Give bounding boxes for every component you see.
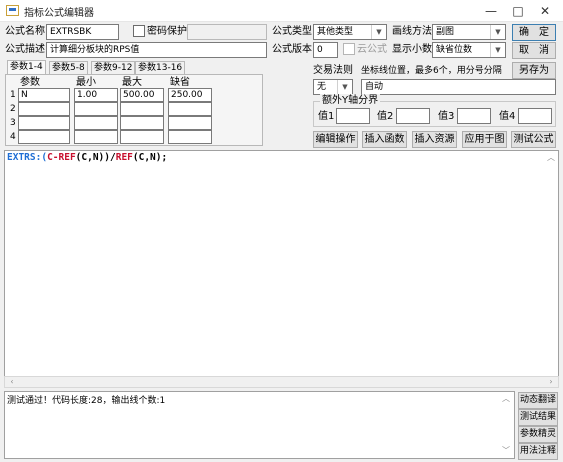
tab-params-5-8[interactable]: 参数5-8 [49, 61, 88, 75]
param-min-input[interactable] [74, 130, 118, 144]
param-default-input[interactable]: 250.00 [168, 88, 212, 102]
test-formula-button[interactable]: 测试公式 [511, 131, 556, 148]
param-wizard-button[interactable]: 参数精灵 [518, 426, 558, 443]
formula-name-label: 公式名称 [5, 26, 45, 37]
param-min-input[interactable]: 1.00 [74, 88, 118, 102]
param-row-number: 2 [10, 104, 16, 114]
tab-params-1-4[interactable]: 参数1-4 [7, 60, 46, 75]
window-title: 指标公式编辑器 [24, 8, 94, 19]
draw-method-label: 画线方法 [392, 26, 432, 37]
param-name-input[interactable] [18, 130, 70, 144]
param-default-input[interactable] [168, 116, 212, 130]
scroll-up-icon[interactable]: ︿ [501, 394, 511, 404]
app-icon [6, 5, 19, 16]
param-min-input[interactable] [74, 116, 118, 130]
test-result-button[interactable]: 测试结果 [518, 409, 558, 426]
code-args-2: (C,N); [132, 152, 168, 163]
insert-resource-button[interactable]: 插入资源 [412, 131, 457, 148]
decimal-label: 显示小数 [392, 44, 432, 55]
coord-line-input[interactable]: 自动 [361, 79, 556, 95]
formula-version-input[interactable]: 0 [313, 42, 338, 58]
code-func-2: REF [115, 152, 133, 163]
trade-rule-label: 交易法则 [313, 65, 353, 76]
test-output-message: 测试通过！代码长度:28，输出线个数:1 [7, 396, 166, 406]
scroll-down-icon[interactable]: ﹀ [501, 446, 511, 456]
draw-method-value: 副图 [436, 27, 455, 37]
password-check-box[interactable] [133, 25, 145, 37]
yaxis-value-2-label: 值2 [377, 111, 394, 122]
chevron-down-icon[interactable]: ▼ [337, 80, 352, 94]
param-name-input[interactable] [18, 102, 70, 116]
insert-function-button[interactable]: 插入函数 [362, 131, 407, 148]
draw-method-select[interactable]: 副图 ▼ [432, 24, 506, 40]
save-as-button[interactable]: 另存为 [512, 62, 556, 79]
formula-type-label: 公式类型 [272, 26, 312, 37]
formula-type-select[interactable]: 其他类型 ▼ [313, 24, 387, 40]
ok-button[interactable]: 确 定 [512, 24, 556, 41]
cloud-check-box[interactable] [343, 43, 355, 55]
param-name-input[interactable]: N [18, 88, 70, 102]
dynamic-translate-button[interactable]: 动态翻译 [518, 392, 558, 409]
cancel-button[interactable]: 取 消 [512, 42, 556, 59]
edit-operation-button[interactable]: 编辑操作 [313, 131, 358, 148]
maximize-button[interactable]: □ [505, 2, 531, 20]
tab-params-9-12[interactable]: 参数9-12 [91, 61, 136, 75]
formula-name-input[interactable]: EXTRSBK [46, 24, 119, 40]
param-row-number: 4 [10, 132, 16, 142]
yaxis-value-4-input[interactable] [518, 108, 552, 124]
param-max-input[interactable]: 500.00 [120, 88, 164, 102]
password-input[interactable] [187, 24, 267, 40]
code-op: :( [35, 152, 48, 163]
yaxis-value-3-label: 值3 [438, 111, 455, 122]
param-row-number: 1 [10, 90, 16, 100]
yaxis-value-1-label: 值1 [318, 111, 335, 122]
decimal-value: 缺省位数 [436, 45, 473, 55]
chevron-down-icon[interactable]: ▼ [371, 25, 386, 39]
chevron-down-icon[interactable]: ▼ [490, 25, 505, 39]
param-row-number: 3 [10, 118, 16, 128]
scroll-up-icon[interactable]: ︿ [546, 153, 556, 163]
yaxis-value-2-input[interactable] [396, 108, 430, 124]
trade-rule-value: 无 [317, 82, 327, 92]
code-args-1: (C,N))/ [75, 152, 116, 163]
formula-desc-input[interactable]: 计算细分板块的RPS值 [46, 42, 267, 58]
formula-desc-label: 公式描述 [5, 44, 45, 55]
yaxis-value-1-input[interactable] [336, 108, 370, 124]
param-default-input[interactable] [168, 130, 212, 144]
trade-rule-select[interactable]: 无 ▼ [313, 79, 353, 95]
yaxis-value-4-label: 值4 [499, 111, 516, 122]
param-min-input[interactable] [74, 102, 118, 116]
param-max-input[interactable] [120, 130, 164, 144]
param-default-input[interactable] [168, 102, 212, 116]
params-panel: 参数 最小 最大 缺省 1 N 1.00 500.00 250.00 2 3 4 [5, 74, 263, 146]
editor-horizontal-scrollbar[interactable]: ‹ › [4, 376, 559, 388]
decimal-select[interactable]: 缺省位数 ▼ [432, 42, 506, 58]
formula-type-value: 其他类型 [317, 27, 354, 37]
apply-to-chart-button[interactable]: 应用于图 [462, 131, 507, 148]
param-max-input[interactable] [120, 102, 164, 116]
title-bar: 指标公式编辑器 — □ ✕ [0, 0, 563, 22]
extra-y-axis-label: 额外Y轴分界 [320, 94, 381, 108]
code-func-1: C-REF [47, 152, 76, 163]
code-editor[interactable]: EXTRS:(C-REF(C,N))/REF(C,N); ︿ [4, 150, 559, 388]
password-label: 密码保护 [147, 26, 187, 37]
password-checkbox[interactable] [133, 25, 145, 37]
cloud-formula-label: 云公式 [357, 44, 387, 55]
param-max-input[interactable] [120, 116, 164, 130]
yaxis-value-3-input[interactable] [457, 108, 491, 124]
param-name-input[interactable] [18, 116, 70, 130]
code-line: EXTRS:(C-REF(C,N))/REF(C,N); [7, 152, 167, 163]
chevron-down-icon[interactable]: ▼ [490, 43, 505, 57]
scroll-right-icon[interactable]: › [546, 377, 556, 387]
cloud-formula-checkbox[interactable] [343, 43, 355, 55]
minimize-button[interactable]: — [478, 2, 504, 20]
test-output-area[interactable]: 测试通过！代码长度:28，输出线个数:1 ︿ ﹀ [4, 391, 515, 459]
formula-version-label: 公式版本 [272, 44, 312, 55]
coord-line-label: 坐标线位置，最多6个，用分号分隔 [361, 66, 502, 76]
code-var-name: EXTRS [7, 152, 36, 163]
usage-note-button[interactable]: 用法注释 [518, 443, 558, 460]
tab-params-13-16[interactable]: 参数13-16 [135, 61, 186, 75]
scroll-left-icon[interactable]: ‹ [7, 377, 17, 387]
close-button[interactable]: ✕ [532, 2, 558, 20]
